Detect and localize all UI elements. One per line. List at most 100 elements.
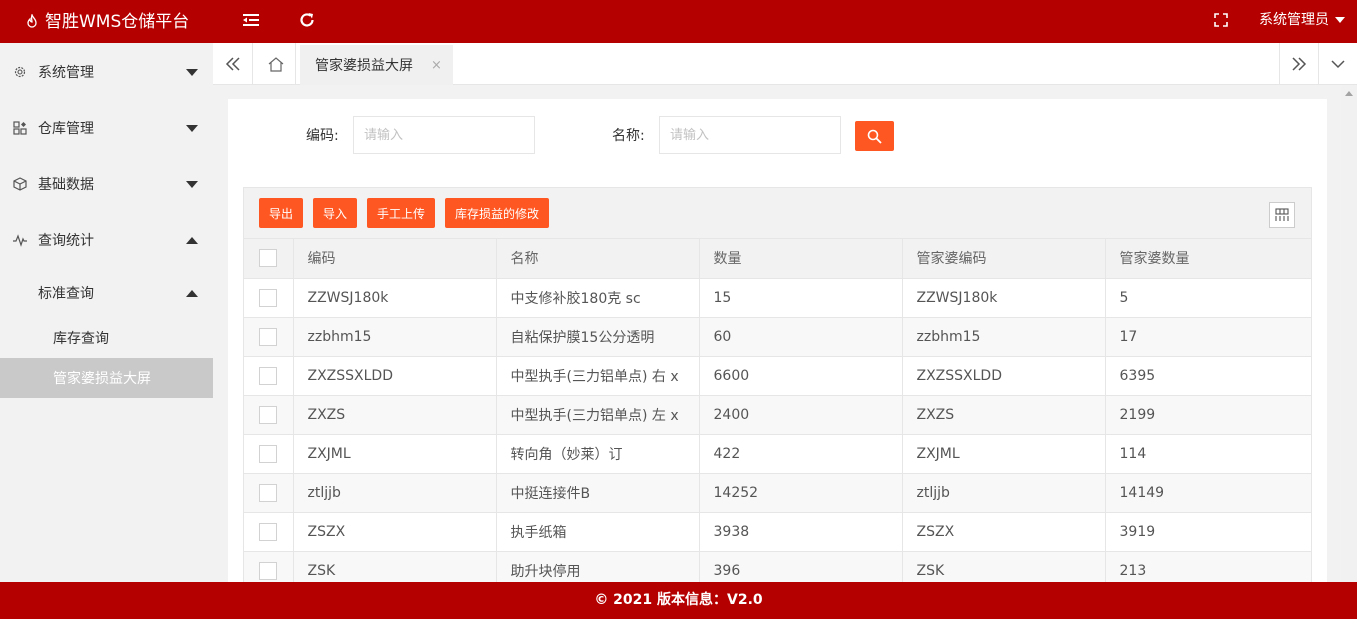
table-header-row: 编码 名称 数量 管家婆编码 管家婆数量 (244, 239, 1312, 279)
chevron-up-icon (186, 236, 198, 244)
tabs-menu-button[interactable] (1318, 43, 1357, 85)
cell-gjp-code: ZZWSJ180k (902, 278, 1106, 318)
sidebar-item-label: 基础数据 (38, 177, 94, 193)
row-checkbox[interactable] (259, 327, 278, 346)
manual-upload-button[interactable]: 手工上传 (367, 198, 435, 228)
tab-home[interactable] (256, 43, 296, 85)
indent-icon (243, 14, 259, 26)
column-filter-button[interactable] (1269, 202, 1295, 228)
cube-icon (13, 177, 27, 191)
row-checkbox[interactable] (259, 288, 278, 307)
sidebar-item-inventory-query[interactable]: 库存查询 (0, 318, 213, 358)
column-header-code[interactable]: 编码 (293, 239, 497, 279)
row-select-cell (244, 551, 294, 582)
fullscreen-button[interactable] (1211, 10, 1231, 30)
import-button[interactable]: 导入 (313, 198, 357, 228)
cell-code: zzbhm15 (293, 317, 497, 357)
cell-name: 助升块停用 (496, 551, 700, 582)
table-row[interactable]: ZXJML 转向角（妙莱）订 422 ZXJML 114 (244, 434, 1312, 474)
home-icon (268, 56, 283, 72)
scroll-up-icon[interactable] (1345, 91, 1353, 96)
row-checkbox[interactable] (259, 561, 278, 580)
chevron-down-icon (186, 68, 198, 76)
tab-profit-loss-screen[interactable]: 管家婆损益大屏 × (300, 45, 453, 85)
search-button[interactable] (855, 121, 894, 151)
row-select-cell (244, 356, 294, 396)
table-row[interactable]: ZXZS 中型执手(三力铝单点) 左 x 2400 ZXZS 2199 (244, 395, 1312, 435)
column-header-gjp-code[interactable]: 管家婆编码 (902, 239, 1106, 279)
table-row[interactable]: ztljjb 中挺连接件B 14252 ztljjb 14149 (244, 473, 1312, 513)
cell-gjp-code: ZXZS (902, 395, 1106, 435)
select-all-cell (244, 239, 294, 279)
cell-code: ZSZX (293, 512, 497, 552)
close-icon[interactable]: × (431, 58, 442, 73)
code-search-input[interactable] (353, 116, 535, 154)
collapse-sidebar-button[interactable] (241, 10, 261, 30)
row-select-cell (244, 512, 294, 552)
modify-profit-loss-button[interactable]: 库存损益的修改 (445, 198, 549, 228)
row-checkbox[interactable] (259, 366, 278, 385)
cell-name: 自粘保护膜15公分透明 (496, 317, 700, 357)
cell-name: 中挺连接件B (496, 473, 700, 513)
cell-code: ZXZSSXLDD (293, 356, 497, 396)
sidebar: 系统管理 仓库管理 基础数据 查询统计 标准查询 库存查询 管家婆损益大屏 (0, 43, 213, 582)
cell-quantity: 3938 (699, 512, 903, 552)
sidebar-item-basic-data[interactable]: 基础数据 (0, 156, 213, 212)
cell-gjp-quantity: 17 (1105, 317, 1312, 357)
cell-gjp-code: ZXJML (902, 434, 1106, 474)
sidebar-submenu-standard-query[interactable]: 标准查询 (0, 265, 213, 321)
cell-gjp-quantity: 14149 (1105, 473, 1312, 513)
row-select-cell (244, 434, 294, 474)
table-row[interactable]: ZSK 助升块停用 396 ZSK 213 (244, 551, 1312, 582)
columns-icon (1275, 208, 1289, 221)
table-row[interactable]: ZZWSJ180k 中支修补胶180克 sc 15 ZZWSJ180k 5 (244, 278, 1312, 318)
column-header-name[interactable]: 名称 (496, 239, 700, 279)
cell-gjp-quantity: 213 (1105, 551, 1312, 582)
select-all-checkbox[interactable] (259, 249, 278, 268)
row-checkbox[interactable] (259, 444, 278, 463)
vertical-scrollbar[interactable] (1341, 85, 1357, 582)
cell-gjp-code: zzbhm15 (902, 317, 1106, 357)
sidebar-item-warehouse[interactable]: 仓库管理 (0, 100, 213, 156)
cell-code: ZXZS (293, 395, 497, 435)
chevron-up-icon (186, 289, 198, 297)
user-menu[interactable]: 系统管理员 (1259, 0, 1345, 40)
row-checkbox[interactable] (259, 405, 278, 424)
cell-gjp-code: ZXZSSXLDD (902, 356, 1106, 396)
cell-code: ZXJML (293, 434, 497, 474)
export-button[interactable]: 导出 (259, 198, 303, 228)
table-row[interactable]: ZXZSSXLDD 中型执手(三力铝单点) 右 x 6600 ZXZSSXLDD… (244, 356, 1312, 396)
app-title: 智胜WMS仓储平台 (45, 11, 190, 32)
chevron-down-icon (1335, 17, 1345, 23)
sidebar-item-label: 管家婆损益大屏 (53, 371, 151, 387)
cell-quantity: 396 (699, 551, 903, 582)
sidebar-item-label: 库存查询 (53, 331, 109, 347)
cell-name: 中型执手(三力铝单点) 右 x (496, 356, 700, 396)
cell-quantity: 422 (699, 434, 903, 474)
data-table-panel: 导出 导入 手工上传 库存损益的修改 编码 名称 数量 管家婆编码 管家婆数量 … (243, 187, 1312, 582)
cell-name: 执手纸箱 (496, 512, 700, 552)
fullscreen-icon (1214, 13, 1228, 27)
column-header-gjp-quantity[interactable]: 管家婆数量 (1105, 239, 1312, 279)
cell-name: 转向角（妙莱）订 (496, 434, 700, 474)
chevron-down-icon (186, 124, 198, 132)
row-checkbox[interactable] (259, 522, 278, 541)
table-row[interactable]: ZSZX 执手纸箱 3938 ZSZX 3919 (244, 512, 1312, 552)
sidebar-item-system[interactable]: 系统管理 (0, 44, 213, 100)
column-header-quantity[interactable]: 数量 (699, 239, 903, 279)
row-select-cell (244, 473, 294, 513)
app-logo[interactable]: 智胜WMS仓储平台 (24, 0, 189, 43)
refresh-button[interactable] (297, 10, 317, 30)
tabs-scroll-left-button[interactable] (213, 43, 253, 85)
sidebar-item-label: 系统管理 (38, 65, 94, 81)
cell-gjp-quantity: 5 (1105, 278, 1312, 318)
name-search-input[interactable] (659, 116, 841, 154)
cell-name: 中支修补胶180克 sc (496, 278, 700, 318)
sidebar-item-profit-loss-screen[interactable]: 管家婆损益大屏 (0, 358, 213, 398)
table-row[interactable]: zzbhm15 自粘保护膜15公分透明 60 zzbhm15 17 (244, 317, 1312, 357)
tabs-scroll-right-button[interactable] (1279, 43, 1318, 85)
warehouse-icon (13, 121, 27, 135)
cell-quantity: 14252 (699, 473, 903, 513)
row-checkbox[interactable] (259, 483, 278, 502)
sidebar-item-query-stats[interactable]: 查询统计 (0, 212, 213, 268)
